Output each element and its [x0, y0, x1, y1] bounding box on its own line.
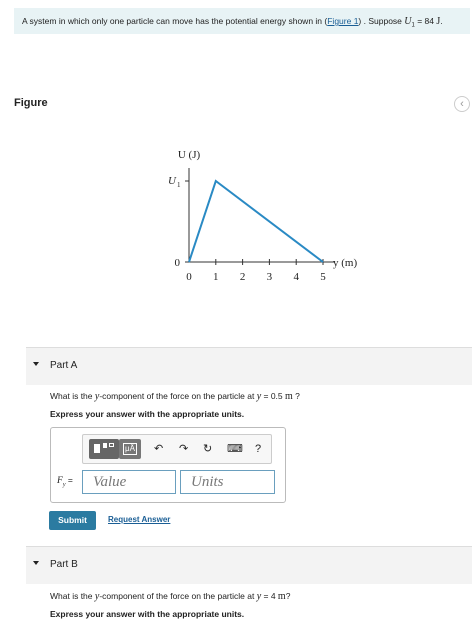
x-tick-label: 5	[320, 271, 326, 283]
y-axis-label: U (J)	[178, 149, 201, 161]
force-variable-label: Fy =	[57, 475, 73, 488]
qb-eq: = 4	[261, 591, 278, 601]
keyboard-icon[interactable]: ⌨	[227, 443, 243, 455]
units-button-label: μÅ	[123, 443, 137, 455]
request-answer-link[interactable]: Request Answer	[108, 515, 170, 524]
chevron-left-icon[interactable]: ‹	[454, 96, 470, 112]
units-input[interactable]: Units	[180, 470, 275, 494]
templates-icon[interactable]	[89, 439, 119, 459]
intro-eq: = 84	[414, 16, 437, 26]
part-b-instruction: Express your answer with the appropriate…	[50, 609, 245, 619]
y-tick-label: 0	[175, 257, 181, 269]
qa-unit: m	[285, 391, 293, 402]
help-icon[interactable]: ?	[255, 443, 261, 455]
part-a-header[interactable]: Part A	[26, 347, 472, 385]
qa-mid: -component of the force on the particle …	[99, 391, 257, 401]
collapse-triangle-icon[interactable]	[33, 561, 39, 565]
qb-unit: m	[277, 591, 286, 602]
problem-statement: A system in which only one particle can …	[14, 8, 470, 34]
qa-pre: What is the	[50, 391, 95, 401]
part-a-question: What is the y-component of the force on …	[50, 391, 300, 402]
submit-button[interactable]: Submit	[49, 511, 96, 530]
y-tick-label: U	[168, 175, 177, 187]
x-tick-label: 3	[267, 271, 273, 283]
value-input[interactable]: Value	[82, 470, 176, 494]
redo-icon[interactable]: ↷	[179, 443, 188, 455]
qa-eq: = 0.5	[261, 391, 286, 401]
reset-icon[interactable]: ↻	[203, 443, 212, 455]
math-toolbar: μÅ ↶ ↷ ↻ ⌨ ?	[82, 434, 272, 464]
part-b-header[interactable]: Part B	[26, 546, 472, 584]
intro-var: U	[404, 16, 412, 27]
undo-icon[interactable]: ↶	[154, 443, 163, 455]
figure-heading: Figure	[14, 97, 48, 109]
intro-suffix: ) . Suppose	[358, 16, 405, 26]
qa-end: ?	[292, 391, 300, 401]
qb-end: ?	[285, 591, 291, 601]
part-b-label: Part B	[50, 559, 78, 570]
part-b-question: What is the y-component of the force on …	[50, 591, 290, 602]
x-tick-label: 0	[186, 271, 192, 283]
qb-mid: -component of the force on the particle …	[99, 591, 257, 601]
eq-sign: =	[65, 475, 73, 485]
qb-pre: What is the	[50, 591, 95, 601]
part-a-label: Part A	[50, 360, 78, 371]
part-a-instruction: Express your answer with the appropriate…	[50, 409, 245, 419]
x-tick-label: 4	[293, 271, 299, 283]
potential-energy-series-line	[188, 179, 324, 263]
x-tick-label: 2	[240, 271, 246, 283]
intro-prefix: A system in which only one particle can …	[22, 16, 328, 26]
collapse-triangle-icon[interactable]	[33, 362, 39, 366]
y-tick-label-sub: 1	[177, 181, 181, 189]
x-axis-label: y (m)	[333, 257, 357, 269]
intro-end: .	[440, 16, 443, 26]
x-tick-label: 1	[213, 271, 219, 283]
units-button[interactable]: μÅ	[119, 439, 141, 459]
figure-link[interactable]: Figure 1	[327, 16, 358, 26]
